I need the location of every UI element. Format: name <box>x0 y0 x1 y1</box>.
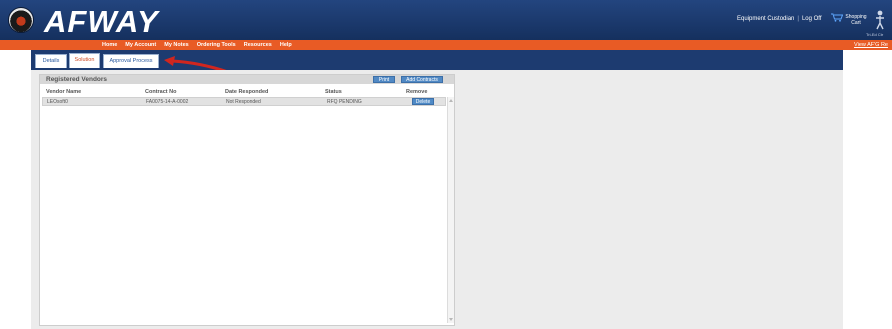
helper-figure-icon[interactable] <box>873 9 887 31</box>
cell-date-responded: Not Responded <box>226 99 261 105</box>
column-header-vendor-name[interactable]: Vendor Name <box>46 89 81 95</box>
delete-button[interactable]: Delete <box>412 98 434 105</box>
nav-item-resources[interactable]: Resources <box>244 41 272 49</box>
scroll-up-arrow-icon[interactable] <box>449 99 453 102</box>
tab-approval-process[interactable]: Approval Process <box>103 54 159 68</box>
user-links: Equipment Custodian | Log Off <box>737 16 822 22</box>
column-header-contract-no[interactable]: Contract No <box>145 89 176 95</box>
registered-vendors-panel: Registered Vendors Print Add Contracts V… <box>39 74 455 326</box>
nav-item-my-account[interactable]: My Account <box>125 41 156 49</box>
nav-item-help[interactable]: Help <box>280 41 292 49</box>
panel-title: Registered Vendors <box>46 76 108 83</box>
column-header-remove: Remove <box>406 89 428 95</box>
header-bar: AFWAY Equipment Custodian | Log Off Shoppi… <box>0 0 892 40</box>
shopping-cart-link[interactable]: Shopping Cart <box>845 14 867 26</box>
nav-item-my-notes[interactable]: My Notes <box>164 41 188 49</box>
tab-solution[interactable]: Solution <box>69 53 100 68</box>
main-nav: Home My Account My Notes Ordering Tools … <box>0 40 892 50</box>
add-contracts-button[interactable]: Add Contracts <box>401 76 443 83</box>
separator: | <box>797 16 799 22</box>
print-button[interactable]: Print <box>373 76 395 83</box>
app-logo-text[interactable]: AFWAY <box>44 4 159 40</box>
equipment-custodian-link[interactable]: Equipment Custodian <box>737 16 794 22</box>
shopping-cart-icon[interactable] <box>831 13 843 22</box>
view-afg-link[interactable]: View AF'G Re <box>854 41 888 49</box>
scroll-down-arrow-icon[interactable] <box>449 318 453 321</box>
vertical-scrollbar[interactable] <box>447 97 454 323</box>
column-header-status[interactable]: Status <box>325 89 342 95</box>
nav-item-ordering-tools[interactable]: Ordering Tools <box>197 41 236 49</box>
log-off-link[interactable]: Log Off <box>802 16 822 22</box>
column-header-date-responded[interactable]: Date Responded <box>225 89 268 95</box>
helper-label: Tri-Ed Ctr <box>866 32 884 37</box>
cell-contract-no: FA0075-14-A-0002 <box>146 99 189 105</box>
cell-status: RFQ PENDING <box>327 99 362 105</box>
tab-details[interactable]: Details <box>35 54 67 68</box>
panel-header: Registered Vendors Print Add Contracts <box>40 75 454 84</box>
afway-seal-icon <box>8 7 34 33</box>
nav-menu: Home My Account My Notes Ordering Tools … <box>102 41 292 49</box>
nav-item-home[interactable]: Home <box>102 41 117 49</box>
cell-vendor-name: LEOsoft0 <box>47 99 68 105</box>
